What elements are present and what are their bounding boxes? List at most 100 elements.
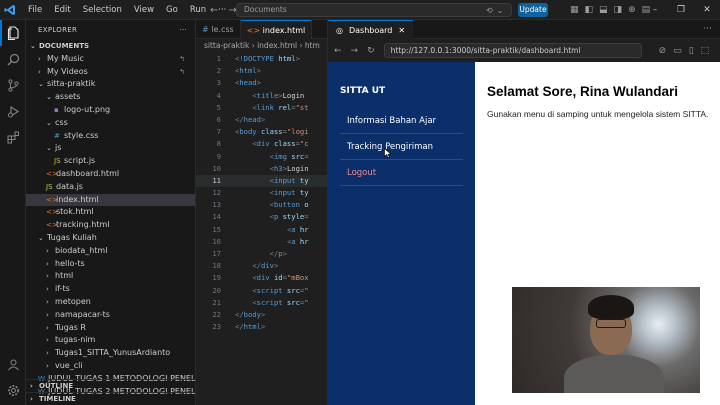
menu-selection[interactable]: Selection — [77, 0, 128, 20]
explorer-more-icon[interactable]: ··· — [179, 20, 187, 40]
restore-icon[interactable]: ❐ — [668, 5, 694, 15]
toggle-panel-icon[interactable]: ⬓ — [599, 5, 608, 15]
menu-bar: File Edit Selection View Go Run ··· — [22, 0, 232, 20]
minimize-icon[interactable]: – — [642, 5, 668, 15]
code-line[interactable]: 15 <a hr — [196, 224, 327, 236]
back-arrow-icon[interactable]: ← — [210, 5, 218, 16]
file-item[interactable]: # style.css — [26, 130, 195, 143]
copilot-icon[interactable]: ⟲ — [486, 6, 493, 15]
layout-grid-icon[interactable]: ▦ — [570, 5, 579, 15]
code-line[interactable]: 5 <link rel="st — [196, 102, 327, 114]
folder-item[interactable]: › html — [26, 270, 195, 283]
code-line[interactable]: 7 <body class="logi — [196, 126, 327, 138]
folder-item[interactable]: ⌄ assets — [26, 91, 195, 104]
folder-item[interactable]: › My Videos ↰ — [26, 66, 195, 79]
code-line[interactable]: 23 </html> — [196, 321, 327, 333]
code-line[interactable]: 11 <input ty — [196, 174, 327, 188]
menu-go[interactable]: Go — [160, 0, 184, 20]
code-line[interactable]: 6 </head> — [196, 114, 327, 126]
file-item[interactable]: ▪ logo-ut.png — [26, 104, 195, 117]
code-line[interactable]: 8 <div class="c — [196, 138, 327, 150]
menu-logout[interactable]: Logout — [340, 160, 463, 186]
code-line[interactable]: 14 <p style= — [196, 211, 327, 223]
file-item[interactable]: JS data.js — [26, 181, 195, 194]
code-line[interactable]: 9 <img src= — [196, 151, 327, 163]
menu-informasi-bahan-ajar[interactable]: Informasi Bahan Ajar — [340, 108, 463, 134]
folder-item[interactable]: › if-ts — [26, 283, 195, 296]
code-line[interactable]: 13 <button o — [196, 199, 327, 211]
account-icon[interactable] — [0, 351, 26, 377]
code-area[interactable]: 1 <!DOCTYPE html> 2 <html> 3 <head> 4 <title>L… — [196, 53, 327, 333]
code-line[interactable]: 18 </div> — [196, 260, 327, 272]
menu-file[interactable]: File — [22, 0, 48, 20]
folder-item[interactable]: › hello-ts — [26, 258, 195, 271]
file-item[interactable]: <>index.html — [26, 193, 195, 207]
folder-item[interactable]: › namapacar-ts — [26, 309, 195, 322]
code-line[interactable]: 21 <script src=" — [196, 297, 327, 309]
code-line[interactable]: 2 <html> — [196, 65, 327, 77]
folder-item[interactable]: › metopen — [26, 296, 195, 309]
tab-dashboard[interactable]: ◎ Dashboard ✕ — [328, 19, 414, 39]
browser-forward-icon[interactable]: → — [351, 46, 359, 56]
command-center-search[interactable]: Documents — [236, 3, 512, 17]
breadcrumb-item[interactable]: htm — [305, 41, 320, 50]
folder-item[interactable]: ⌄ css — [26, 117, 195, 130]
code-line[interactable]: 17 </p> — [196, 248, 327, 260]
breadcrumb-item[interactable]: sitta-praktik › — [204, 41, 257, 50]
timeline-section[interactable]: › TIMELINE — [26, 392, 195, 405]
folder-item[interactable]: ⌄ js — [26, 142, 195, 155]
close-window-icon[interactable]: ✕ — [694, 5, 720, 15]
file-item[interactable]: JS script.js — [26, 155, 195, 168]
editor-tab[interactable]: <> index.html — [240, 20, 313, 39]
toggle-primary-sidebar-icon[interactable]: ◧ — [585, 5, 594, 15]
reload-icon[interactable]: ↻ — [367, 46, 375, 56]
copy-icon[interactable]: ▭ — [673, 46, 682, 56]
file-item[interactable]: <>dashboard.html — [26, 168, 195, 181]
code-line[interactable]: 4 <title>Login — [196, 90, 327, 102]
editor-tab[interactable]: # le.css — [196, 20, 241, 39]
globe-icon[interactable]: ⊕ — [628, 5, 636, 15]
browser-back-icon[interactable]: ← — [334, 46, 342, 56]
open-external-icon[interactable]: ⬚ — [701, 46, 710, 56]
menu-edit[interactable]: Edit — [48, 0, 76, 20]
url-input[interactable]: http://127.0.0.1:3000/sitta-praktik/dash… — [383, 43, 642, 58]
code-text: <!DOCTYPE html> — [235, 54, 300, 63]
run-debug-icon[interactable] — [0, 98, 26, 124]
file-item[interactable]: <>tracking.html — [26, 219, 195, 232]
editor-more-icon[interactable]: ··· — [703, 24, 712, 34]
folder-item[interactable]: ⌄ sitta-praktik — [26, 78, 195, 91]
code-line[interactable]: 12 <input ty — [196, 187, 327, 199]
dropdown-icon[interactable]: ⌄ — [497, 6, 504, 15]
code-line[interactable]: 10 <h3>Login — [196, 163, 327, 175]
code-line[interactable]: 20 <script src=" — [196, 285, 327, 297]
breadcrumb-item[interactable]: index.html › — [257, 41, 305, 50]
code-line[interactable]: 19 <div id="mBox — [196, 272, 327, 284]
file-item[interactable]: <>stok.html — [26, 206, 195, 219]
folder-item[interactable]: ⌄ DOCUMENTS — [26, 40, 195, 53]
explorer-icon[interactable] — [0, 20, 26, 46]
folder-item[interactable]: › Tugas R — [26, 322, 195, 335]
folder-item[interactable]: › vue_cli — [26, 360, 195, 373]
folder-item[interactable]: ⌄ Tugas Kuliah — [26, 232, 195, 245]
code-line[interactable]: 3 <head> — [196, 77, 327, 89]
code-line[interactable]: 22 </body> — [196, 309, 327, 321]
focus-lock-icon[interactable]: ⊘ — [659, 46, 667, 56]
menu-tracking-pengiriman[interactable]: Tracking Pengiriman — [340, 134, 463, 160]
folder-item[interactable]: › biodata_html — [26, 245, 195, 258]
outline-section[interactable]: › OUTLINE — [26, 379, 195, 392]
toggle-secondary-sidebar-icon[interactable]: ◨ — [614, 5, 623, 15]
extensions-icon[interactable] — [0, 124, 26, 150]
folder-item[interactable]: › My Music ↰ — [26, 53, 195, 66]
update-button[interactable]: Update — [518, 3, 548, 17]
code-line[interactable]: 16 <a hr — [196, 236, 327, 248]
folder-item[interactable]: › tugas-nim — [26, 334, 195, 347]
manage-gear-icon[interactable] — [0, 377, 26, 403]
source-control-icon[interactable] — [0, 72, 26, 98]
code-line[interactable]: 1 <!DOCTYPE html> — [196, 53, 327, 65]
chat-icon[interactable]: ▯ — [689, 46, 694, 56]
menu-view[interactable]: View — [128, 0, 160, 20]
folder-item[interactable]: › Tugas1_SITTA_YunusArdianto — [26, 347, 195, 360]
close-tab-icon[interactable]: ✕ — [398, 21, 405, 39]
menu-run[interactable]: Run — [184, 0, 212, 20]
search-icon[interactable] — [0, 46, 26, 72]
